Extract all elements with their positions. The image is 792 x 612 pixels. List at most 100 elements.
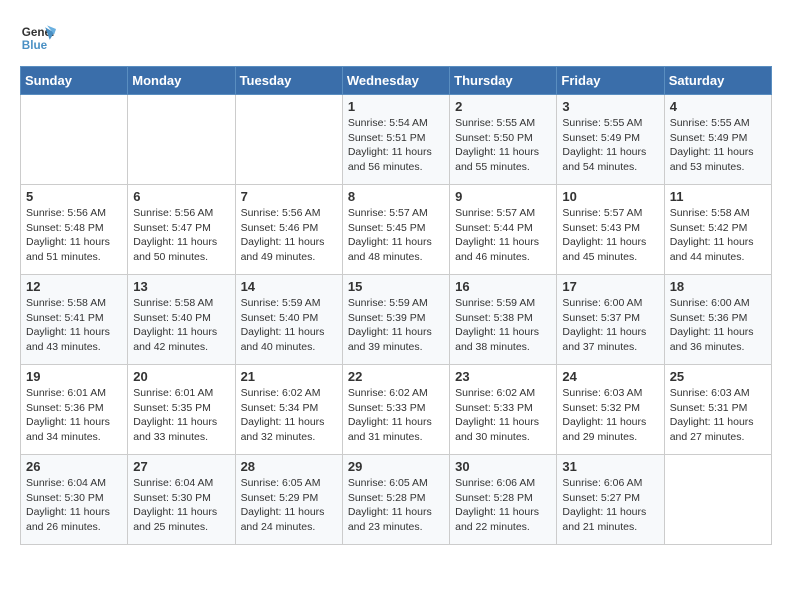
calendar-cell: 16 Sunrise: 5:59 AM Sunset: 5:38 PM Dayli… [450, 275, 557, 365]
day-detail: Sunrise: 6:06 AM Sunset: 5:27 PM Dayligh… [562, 476, 658, 535]
calendar-body: 1 Sunrise: 5:54 AM Sunset: 5:51 PM Daylig… [21, 95, 772, 545]
day-number: 16 [455, 279, 551, 294]
day-number: 30 [455, 459, 551, 474]
day-detail: Sunrise: 6:05 AM Sunset: 5:28 PM Dayligh… [348, 476, 444, 535]
logo-icon: General Blue [20, 20, 56, 56]
day-detail: Sunrise: 6:00 AM Sunset: 5:36 PM Dayligh… [670, 296, 766, 355]
calendar-week-row: 12 Sunrise: 5:58 AM Sunset: 5:41 PM Dayli… [21, 275, 772, 365]
calendar-cell: 12 Sunrise: 5:58 AM Sunset: 5:41 PM Dayli… [21, 275, 128, 365]
calendar-cell: 30 Sunrise: 6:06 AM Sunset: 5:28 PM Dayli… [450, 455, 557, 545]
day-detail: Sunrise: 6:02 AM Sunset: 5:33 PM Dayligh… [455, 386, 551, 445]
calendar-cell: 31 Sunrise: 6:06 AM Sunset: 5:27 PM Dayli… [557, 455, 664, 545]
weekday-header: Sunday [21, 67, 128, 95]
weekday-header: Wednesday [342, 67, 449, 95]
weekday-header: Friday [557, 67, 664, 95]
day-number: 12 [26, 279, 122, 294]
day-number: 3 [562, 99, 658, 114]
day-number: 28 [241, 459, 337, 474]
day-number: 25 [670, 369, 766, 384]
calendar-cell: 22Sunrise: 6:02 AM Sunset: 5:33 PM Dayli… [342, 365, 449, 455]
calendar-week-row: 5 Sunrise: 5:56 AM Sunset: 5:48 PM Daylig… [21, 185, 772, 275]
day-number: 4 [670, 99, 766, 114]
weekday-header: Tuesday [235, 67, 342, 95]
day-number: 8 [348, 189, 444, 204]
weekday-header: Thursday [450, 67, 557, 95]
calendar-cell: 10 Sunrise: 5:57 AM Sunset: 5:43 PM Dayli… [557, 185, 664, 275]
calendar-cell: 4 Sunrise: 5:55 AM Sunset: 5:49 PM Daylig… [664, 95, 771, 185]
day-detail: Sunrise: 5:58 AM Sunset: 5:40 PM Dayligh… [133, 296, 229, 355]
calendar-cell: 9Sunrise: 5:57 AM Sunset: 5:44 PM Daylig… [450, 185, 557, 275]
weekday-header: Saturday [664, 67, 771, 95]
day-detail: Sunrise: 6:03 AM Sunset: 5:31 PM Dayligh… [670, 386, 766, 445]
calendar-cell: 28 Sunrise: 6:05 AM Sunset: 5:29 PM Dayli… [235, 455, 342, 545]
day-number: 14 [241, 279, 337, 294]
calendar-week-row: 26 Sunrise: 6:04 AM Sunset: 5:30 PM Dayli… [21, 455, 772, 545]
calendar-cell: 18 Sunrise: 6:00 AM Sunset: 5:36 PM Dayli… [664, 275, 771, 365]
day-detail: Sunrise: 6:06 AM Sunset: 5:28 PM Dayligh… [455, 476, 551, 535]
day-number: 5 [26, 189, 122, 204]
day-detail: Sunrise: 5:56 AM Sunset: 5:46 PM Dayligh… [241, 206, 337, 265]
weekday-header: Monday [128, 67, 235, 95]
day-detail: Sunrise: 5:58 AM Sunset: 5:41 PM Dayligh… [26, 296, 122, 355]
day-number: 11 [670, 189, 766, 204]
calendar-cell: 14 Sunrise: 5:59 AM Sunset: 5:40 PM Dayli… [235, 275, 342, 365]
logo: General Blue [20, 20, 56, 56]
day-detail: Sunrise: 5:54 AM Sunset: 5:51 PM Dayligh… [348, 116, 444, 175]
day-number: 24 [562, 369, 658, 384]
day-number: 20 [133, 369, 229, 384]
page-header: General Blue [20, 20, 772, 56]
calendar-cell: 7 Sunrise: 5:56 AM Sunset: 5:46 PM Daylig… [235, 185, 342, 275]
day-detail: Sunrise: 5:57 AM Sunset: 5:43 PM Dayligh… [562, 206, 658, 265]
day-detail: Sunrise: 5:55 AM Sunset: 5:49 PM Dayligh… [670, 116, 766, 175]
day-number: 15 [348, 279, 444, 294]
day-number: 7 [241, 189, 337, 204]
day-detail: Sunrise: 5:59 AM Sunset: 5:38 PM Dayligh… [455, 296, 551, 355]
day-number: 17 [562, 279, 658, 294]
calendar-cell: 23 Sunrise: 6:02 AM Sunset: 5:33 PM Dayli… [450, 365, 557, 455]
day-number: 21 [241, 369, 337, 384]
day-detail: Sunrise: 5:59 AM Sunset: 5:39 PM Dayligh… [348, 296, 444, 355]
day-detail: Sunrise: 6:02 AM Sunset: 5:34 PM Dayligh… [241, 386, 337, 445]
calendar-cell: 2Sunrise: 5:55 AM Sunset: 5:50 PM Daylig… [450, 95, 557, 185]
day-number: 18 [670, 279, 766, 294]
calendar-cell: 20Sunrise: 6:01 AM Sunset: 5:35 PM Dayli… [128, 365, 235, 455]
calendar-table: SundayMondayTuesdayWednesdayThursdayFrid… [20, 66, 772, 545]
day-detail: Sunrise: 5:58 AM Sunset: 5:42 PM Dayligh… [670, 206, 766, 265]
calendar-cell [128, 95, 235, 185]
day-detail: Sunrise: 5:59 AM Sunset: 5:40 PM Dayligh… [241, 296, 337, 355]
calendar-cell: 15 Sunrise: 5:59 AM Sunset: 5:39 PM Dayli… [342, 275, 449, 365]
day-number: 10 [562, 189, 658, 204]
day-number: 2 [455, 99, 551, 114]
calendar-cell: 6Sunrise: 5:56 AM Sunset: 5:47 PM Daylig… [128, 185, 235, 275]
day-number: 29 [348, 459, 444, 474]
calendar-cell: 13 Sunrise: 5:58 AM Sunset: 5:40 PM Dayli… [128, 275, 235, 365]
calendar-cell: 25 Sunrise: 6:03 AM Sunset: 5:31 PM Dayli… [664, 365, 771, 455]
day-detail: Sunrise: 6:05 AM Sunset: 5:29 PM Dayligh… [241, 476, 337, 535]
calendar-cell: 1 Sunrise: 5:54 AM Sunset: 5:51 PM Daylig… [342, 95, 449, 185]
day-detail: Sunrise: 5:55 AM Sunset: 5:49 PM Dayligh… [562, 116, 658, 175]
day-detail: Sunrise: 5:56 AM Sunset: 5:48 PM Dayligh… [26, 206, 122, 265]
day-number: 1 [348, 99, 444, 114]
day-detail: Sunrise: 6:01 AM Sunset: 5:36 PM Dayligh… [26, 386, 122, 445]
calendar-cell [21, 95, 128, 185]
calendar-cell: 19 Sunrise: 6:01 AM Sunset: 5:36 PM Dayli… [21, 365, 128, 455]
day-number: 13 [133, 279, 229, 294]
calendar-week-row: 1 Sunrise: 5:54 AM Sunset: 5:51 PM Daylig… [21, 95, 772, 185]
day-detail: Sunrise: 6:03 AM Sunset: 5:32 PM Dayligh… [562, 386, 658, 445]
calendar-header-row: SundayMondayTuesdayWednesdayThursdayFrid… [21, 67, 772, 95]
day-number: 31 [562, 459, 658, 474]
day-number: 26 [26, 459, 122, 474]
calendar-cell: 27 Sunrise: 6:04 AM Sunset: 5:30 PM Dayli… [128, 455, 235, 545]
day-detail: Sunrise: 6:02 AM Sunset: 5:33 PM Dayligh… [348, 386, 444, 445]
day-number: 27 [133, 459, 229, 474]
calendar-cell: 5 Sunrise: 5:56 AM Sunset: 5:48 PM Daylig… [21, 185, 128, 275]
day-number: 19 [26, 369, 122, 384]
day-detail: Sunrise: 5:56 AM Sunset: 5:47 PM Dayligh… [133, 206, 229, 265]
day-detail: Sunrise: 5:57 AM Sunset: 5:45 PM Dayligh… [348, 206, 444, 265]
calendar-cell [235, 95, 342, 185]
day-detail: Sunrise: 6:04 AM Sunset: 5:30 PM Dayligh… [133, 476, 229, 535]
svg-text:Blue: Blue [22, 39, 48, 52]
calendar-cell: 29 Sunrise: 6:05 AM Sunset: 5:28 PM Dayli… [342, 455, 449, 545]
calendar-cell: 11 Sunrise: 5:58 AM Sunset: 5:42 PM Dayli… [664, 185, 771, 275]
day-number: 23 [455, 369, 551, 384]
